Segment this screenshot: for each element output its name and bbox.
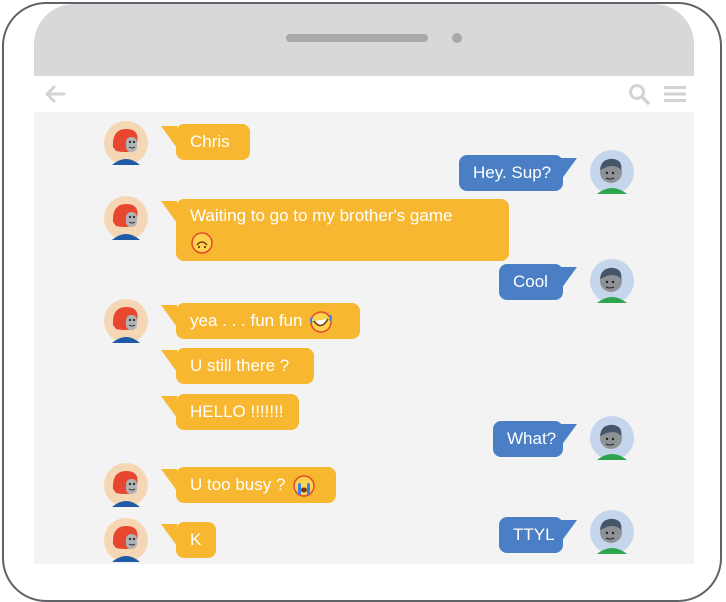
hamburger-menu-icon[interactable] xyxy=(664,85,686,103)
friend-avatar xyxy=(104,121,148,165)
phone-bezel xyxy=(34,4,694,76)
bubble-tail xyxy=(161,201,177,223)
bubble-tail xyxy=(161,469,177,491)
message-text: yea . . . fun fun xyxy=(190,311,303,330)
my-avatar xyxy=(590,416,634,460)
message-text: Hey. Sup? xyxy=(473,163,552,182)
friend-avatar xyxy=(104,299,148,343)
upside-down-face-emoji xyxy=(191,231,213,254)
outgoing-message[interactable]: Cool xyxy=(499,264,563,300)
my-avatar xyxy=(590,259,634,303)
incoming-message[interactable]: Waiting to go to my brother's game xyxy=(176,199,509,261)
bubble-tail xyxy=(161,396,177,418)
message-text: Waiting to go to my brother's game xyxy=(190,206,453,225)
message-text: Cool xyxy=(513,272,548,291)
message-text: TTYL xyxy=(513,525,555,544)
my-avatar xyxy=(590,510,634,554)
bubble-tail xyxy=(561,158,577,180)
phone-frame: Chris Hey. Sup? Waiting to go to my brot… xyxy=(2,2,722,602)
bubble-tail xyxy=(161,126,177,148)
rolling-laughing-emoji xyxy=(310,310,333,333)
incoming-message[interactable]: HELLO !!!!!!! xyxy=(176,394,299,430)
app-bar xyxy=(34,76,694,112)
speaker-grille xyxy=(286,34,428,42)
my-avatar xyxy=(590,150,634,194)
incoming-message[interactable]: K xyxy=(176,522,216,558)
friend-avatar xyxy=(104,518,148,562)
crying-face-emoji xyxy=(293,474,315,497)
incoming-message[interactable]: U too busy ? xyxy=(176,467,336,503)
bubble-tail xyxy=(161,524,177,546)
back-arrow-icon[interactable] xyxy=(44,84,66,104)
friend-avatar xyxy=(104,463,148,507)
incoming-message[interactable]: Chris xyxy=(176,124,250,160)
message-text: Chris xyxy=(190,132,230,151)
bubble-tail xyxy=(161,305,177,327)
bubble-tail xyxy=(161,350,177,372)
bubble-tail xyxy=(561,424,577,446)
phone-screen: Chris Hey. Sup? Waiting to go to my brot… xyxy=(34,4,694,564)
outgoing-message[interactable]: What? xyxy=(493,421,563,457)
message-text: U too busy ? xyxy=(190,475,286,494)
outgoing-message[interactable]: Hey. Sup? xyxy=(459,155,563,191)
incoming-message[interactable]: U still there ? xyxy=(176,348,314,384)
message-text: K xyxy=(190,530,202,549)
search-icon[interactable] xyxy=(628,83,650,105)
chat-thread[interactable]: Chris Hey. Sup? Waiting to go to my brot… xyxy=(34,112,694,564)
outgoing-message[interactable]: TTYL xyxy=(499,517,563,553)
bubble-tail xyxy=(561,267,577,289)
bubble-tail xyxy=(561,520,577,542)
message-text: HELLO !!!!!!! xyxy=(190,402,284,421)
message-text: What? xyxy=(507,429,557,448)
message-text: U still there ? xyxy=(190,356,290,375)
front-camera xyxy=(452,33,462,43)
incoming-message[interactable]: yea . . . fun fun xyxy=(176,303,360,339)
friend-avatar xyxy=(104,196,148,240)
